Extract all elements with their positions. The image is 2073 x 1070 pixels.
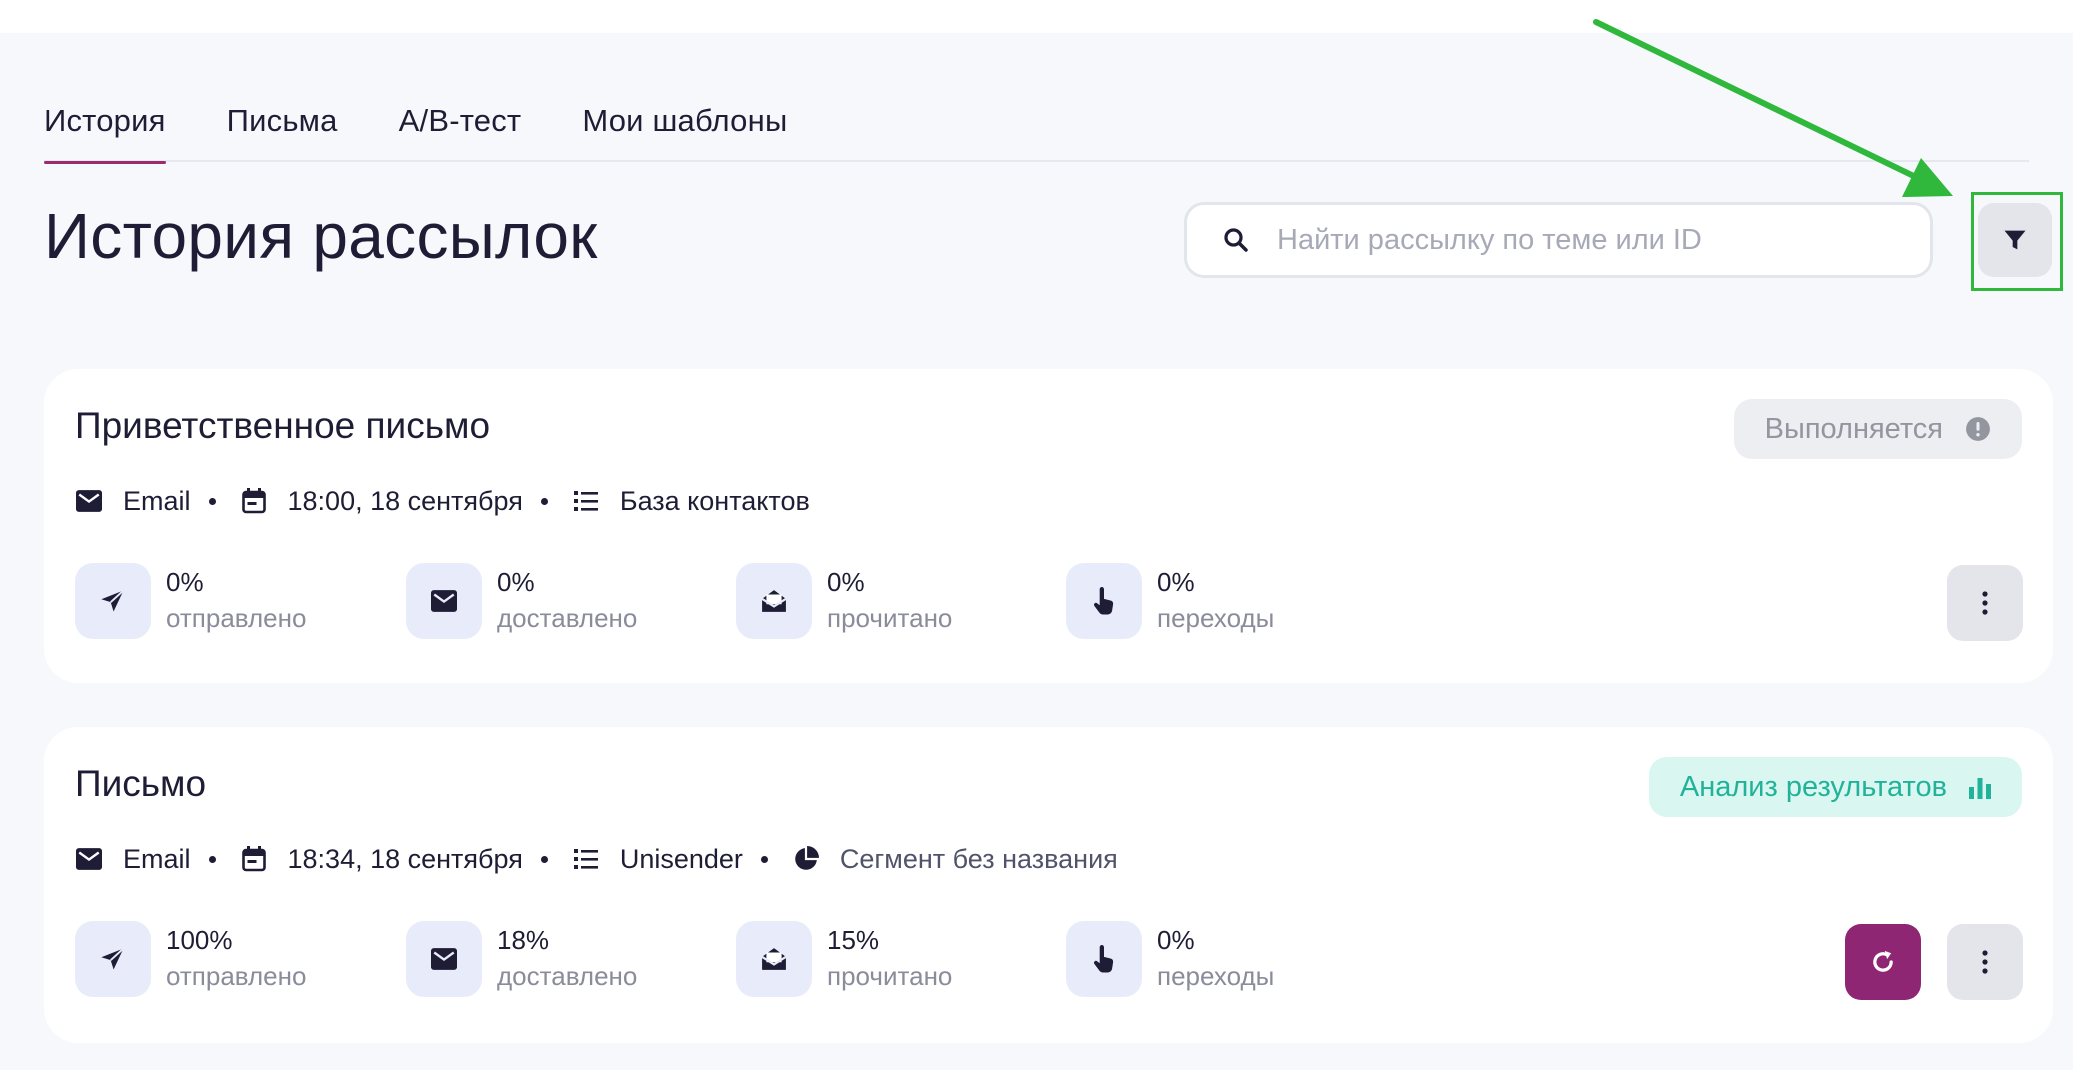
- stat-value: 0%: [497, 567, 535, 597]
- separator-dot: [540, 855, 548, 863]
- stat-value: 0%: [827, 567, 865, 597]
- stat-clicks: 0% переходы: [1066, 921, 1274, 997]
- stat-label: доставлено: [497, 603, 638, 633]
- channel-label: Email: [123, 485, 191, 516]
- stat-label: переходы: [1157, 961, 1275, 991]
- segment-name: Сегмент без названия: [839, 843, 1118, 874]
- status-text: Анализ результатов: [1679, 770, 1947, 803]
- stat-value: 0%: [1157, 925, 1195, 955]
- refresh-icon: [1873, 950, 1893, 972]
- stat-value: 15%: [827, 925, 880, 955]
- stat-delivered: 18% доставлено: [406, 921, 637, 997]
- stat-read: 0% прочитано: [736, 563, 952, 639]
- send-icon: [75, 563, 151, 639]
- stat-label: прочитано: [827, 603, 953, 633]
- stat-value: 0%: [166, 567, 204, 597]
- send-datetime: 18:00, 18 сентября: [287, 485, 523, 516]
- separator-dot: [208, 497, 216, 505]
- analysis-results-button[interactable]: Анализ результатов: [1648, 757, 2022, 817]
- status-badge: Выполняется: [1733, 399, 2022, 459]
- send-icon: [75, 921, 151, 997]
- campaign-meta: Email 18:34, 18 сентября Unisender Сегме…: [75, 841, 1136, 877]
- stat-value: 100%: [166, 925, 233, 955]
- open-envelope-icon: [736, 563, 812, 639]
- campaign-title[interactable]: Письмо: [75, 763, 206, 805]
- stat-delivered: 0% доставлено: [406, 563, 637, 639]
- stat-clicks: 0% переходы: [1066, 563, 1274, 639]
- status-text: Выполняется: [1764, 412, 1943, 445]
- campaign-card[interactable]: Приветственное письмо Выполняется Email …: [44, 369, 2053, 683]
- mail-icon: [75, 845, 103, 873]
- more-vertical-icon: [1982, 950, 1988, 974]
- pointer-hand-icon: [1066, 563, 1142, 639]
- stat-sent: 100% отправлено: [75, 921, 306, 997]
- bar-chart-icon: [1969, 775, 1991, 799]
- pie-chart-icon: [792, 845, 820, 873]
- stat-label: прочитано: [827, 961, 953, 991]
- envelope-icon: [406, 563, 482, 639]
- open-envelope-icon: [736, 921, 812, 997]
- stat-label: отправлено: [166, 961, 307, 991]
- calendar-icon: [240, 845, 268, 873]
- list-icon: [572, 487, 600, 515]
- separator-dot: [208, 855, 216, 863]
- refresh-button[interactable]: [1845, 924, 1921, 1000]
- mail-icon: [75, 487, 103, 515]
- pointer-arrow-annotation: [1593, 19, 1953, 197]
- list-icon: [572, 845, 600, 873]
- campaign-meta: Email 18:00, 18 сентября База контактов: [75, 483, 828, 519]
- separator-dot: [540, 497, 548, 505]
- contact-list-name: База контактов: [619, 485, 810, 516]
- channel-label: Email: [123, 843, 191, 874]
- stat-label: доставлено: [497, 961, 638, 991]
- stat-value: 18%: [497, 925, 550, 955]
- stat-read: 15% прочитано: [736, 921, 952, 997]
- stat-label: отправлено: [166, 603, 307, 633]
- stat-sent: 0% отправлено: [75, 563, 306, 639]
- send-datetime: 18:34, 18 сентября: [287, 843, 523, 874]
- campaign-title[interactable]: Приветственное письмо: [75, 405, 490, 447]
- info-icon: [1965, 416, 1991, 442]
- envelope-icon: [406, 921, 482, 997]
- contact-list-name: Unisender: [619, 843, 743, 874]
- stat-value: 0%: [1157, 567, 1195, 597]
- separator-dot: [760, 855, 768, 863]
- more-options-button[interactable]: [1947, 924, 2023, 1000]
- more-vertical-icon: [1982, 591, 1988, 615]
- stat-label: переходы: [1157, 603, 1275, 633]
- calendar-icon: [240, 487, 268, 515]
- campaign-card[interactable]: Письмо Анализ результатов Email 18:34, 1…: [44, 727, 2053, 1043]
- pointer-hand-icon: [1066, 921, 1142, 997]
- more-options-button[interactable]: [1947, 565, 2023, 641]
